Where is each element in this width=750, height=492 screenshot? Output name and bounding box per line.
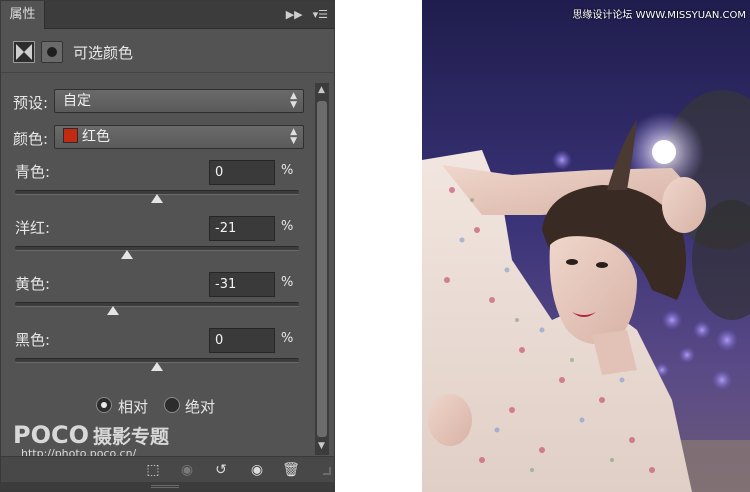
poco-watermark-logo: POCO 摄影专题 xyxy=(13,421,169,449)
scroll-up-icon[interactable]: ▲ xyxy=(318,85,325,95)
preset-select[interactable]: 自定 ▲ ▼ xyxy=(54,89,304,113)
slider-label: 黄色: xyxy=(15,275,51,293)
slider-thumb[interactable] xyxy=(106,306,119,315)
method-radio-group: 相对 绝对 xyxy=(1,394,321,418)
slider-label: 洋红: xyxy=(15,219,51,237)
visibility-eye-icon[interactable]: ◉ xyxy=(248,461,266,479)
yellow-slider-track[interactable] xyxy=(15,302,299,315)
slider-label: 黑色: xyxy=(15,331,51,349)
black-slider-track[interactable] xyxy=(15,358,299,371)
black-value-input[interactable]: 0 xyxy=(209,328,275,353)
resize-grip-icon[interactable] xyxy=(323,467,331,475)
panel-scrollbar[interactable]: ▲ ▼ xyxy=(315,83,329,455)
percent-unit: % xyxy=(281,219,294,234)
adjustment-title: 可选颜色 xyxy=(73,44,134,62)
slider-thumb[interactable] xyxy=(151,362,163,371)
cyan-slider-track[interactable] xyxy=(15,190,299,203)
percent-unit: % xyxy=(281,275,294,290)
slider-thumb[interactable] xyxy=(121,250,134,259)
watermark-logo-cn: 摄影专题 xyxy=(93,426,170,448)
percent-unit: % xyxy=(281,163,294,178)
panel-bottom-toolbar: ⬚ ◉ ↺ ◉ 🗑 xyxy=(1,456,334,482)
photo-caption-watermark: 思缘设计论坛 WWW.MISSYUAN.COM xyxy=(572,10,746,21)
scroll-down-icon[interactable]: ▼ xyxy=(318,441,325,451)
portrait-photo: 思缘设计论坛 WWW.MISSYUAN.COM xyxy=(422,0,750,492)
panel-tab-tools: ▶▶ ▾☰ xyxy=(286,5,328,25)
preset-value: 自定 xyxy=(63,93,91,109)
scroll-thumb[interactable] xyxy=(317,101,327,437)
colors-select[interactable]: 红色 ▲ ▼ xyxy=(54,125,304,149)
trash-icon[interactable]: 🗑 xyxy=(282,461,300,479)
reset-icon[interactable]: ↺ xyxy=(212,461,230,479)
percent-unit: % xyxy=(281,331,294,346)
colors-value: 红色 xyxy=(82,129,110,145)
magenta-slider-track[interactable] xyxy=(15,246,299,259)
panel-tab-bar: 属性 ▶▶ ▾☰ xyxy=(1,1,334,29)
panel-bottom-grip[interactable] xyxy=(1,482,334,491)
clip-to-layer-icon[interactable]: ⬚ xyxy=(144,461,162,479)
selective-color-adjustment-icon[interactable] xyxy=(13,41,35,63)
absolute-radio[interactable] xyxy=(164,397,180,413)
properties-panel: 属性 ▶▶ ▾☰ 可选颜色 预设: 自定 ▲ ▼ 颜色: 红色 ▲ ▼ 青色: 0 xyxy=(0,0,335,492)
cyan-value-input[interactable]: 0 xyxy=(209,160,275,185)
panel-menu-icon[interactable]: ▾☰ xyxy=(313,5,328,25)
slider-thumb[interactable] xyxy=(151,194,163,203)
tab-properties[interactable]: 属性 xyxy=(1,1,45,29)
absolute-label[interactable]: 绝对 xyxy=(185,396,215,417)
relative-label[interactable]: 相对 xyxy=(118,396,148,417)
preset-label: 预设: xyxy=(13,94,49,112)
slider-label: 青色: xyxy=(15,163,51,181)
view-previous-icon[interactable]: ◉ xyxy=(178,461,196,479)
color-swatch xyxy=(63,128,78,143)
relative-radio[interactable] xyxy=(96,397,112,413)
layer-mask-icon[interactable] xyxy=(41,41,63,63)
watermark-logo-text: POCO xyxy=(13,421,90,449)
double-chevron-right-icon[interactable]: ▶▶ xyxy=(286,5,303,25)
yellow-value-input[interactable]: -31 xyxy=(209,272,275,297)
select-arrows-icon: ▲ ▼ xyxy=(290,91,297,110)
magenta-value-input[interactable]: -21 xyxy=(209,216,275,241)
select-arrows-icon: ▲ ▼ xyxy=(290,127,297,146)
colors-label: 颜色: xyxy=(13,130,49,148)
adjustment-header: 可选颜色 xyxy=(1,31,334,73)
portrait-photo-illustration xyxy=(422,0,750,492)
